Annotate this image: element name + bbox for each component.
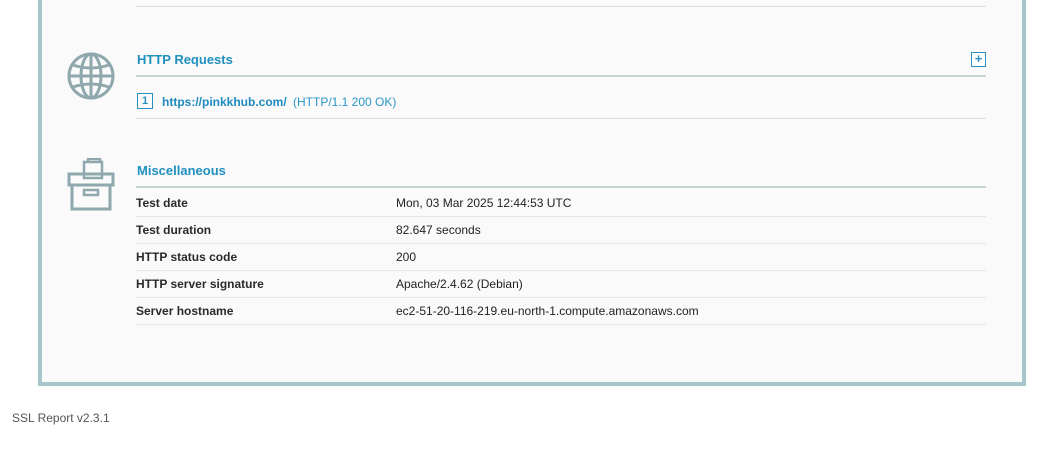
row-label: HTTP server signature [136, 277, 264, 291]
row-value: ec2-51-20-116-219.eu-north-1.compute.ama… [396, 304, 699, 318]
globe-icon [67, 52, 115, 100]
row-label: HTTP status code [136, 250, 238, 264]
http-requests-title: HTTP Requests [137, 52, 233, 67]
table-row: Test date Mon, 03 Mar 2025 12:44:53 UTC [136, 190, 986, 217]
miscellaneous-header: Miscellaneous [136, 158, 986, 188]
row-value: Mon, 03 Mar 2025 12:44:53 UTC [396, 196, 572, 210]
table-row: Server hostname ec2-51-20-116-219.eu-nor… [136, 298, 986, 325]
request-index-badge: 1 [137, 93, 153, 109]
miscellaneous-title: Miscellaneous [137, 163, 226, 178]
http-requests-header: HTTP Requests + [136, 47, 986, 77]
row-label: Server hostname [136, 304, 234, 318]
section-divider [136, 6, 986, 7]
http-request-row: 1 https://pinkkhub.com/ (HTTP/1.1 200 OK… [136, 85, 986, 119]
row-label: Test duration [136, 223, 212, 237]
request-url-link[interactable]: https://pinkkhub.com/ [162, 95, 287, 109]
plus-square-icon[interactable]: + [971, 52, 986, 67]
row-label: Test date [136, 196, 188, 210]
table-row: HTTP status code 200 [136, 244, 986, 271]
archive-box-icon [67, 158, 115, 211]
report-version: SSL Report v2.3.1 [12, 411, 110, 425]
miscellaneous-table: Test date Mon, 03 Mar 2025 12:44:53 UTC … [136, 190, 986, 325]
table-row: Test duration 82.647 seconds [136, 217, 986, 244]
row-value: 200 [396, 250, 417, 264]
row-value: 82.647 seconds [396, 223, 481, 237]
table-row: HTTP server signature Apache/2.4.62 (Deb… [136, 271, 986, 298]
report-frame: HTTP Requests + 1 https://pinkkhub.com/ … [38, 0, 1026, 386]
request-status: (HTTP/1.1 200 OK) [293, 95, 397, 109]
row-value: Apache/2.4.62 (Debian) [396, 277, 523, 291]
